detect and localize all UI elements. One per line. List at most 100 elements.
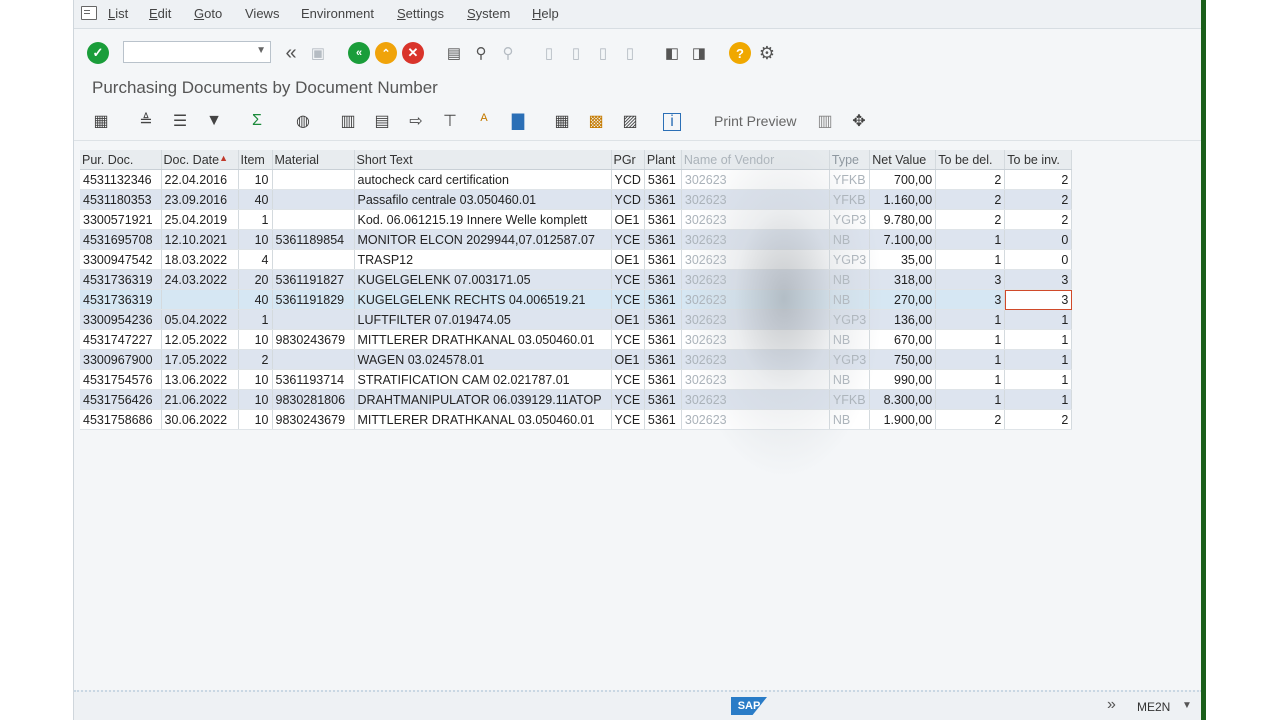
table-row[interactable]: 4531180353 23.09.2016 40 Passafilo centrale… xyxy=(80,189,1073,210)
cell-plant[interactable]: 5361 xyxy=(644,349,682,370)
cell-vendor-name[interactable]: 302623 xyxy=(681,409,830,430)
cell-to-be-delivered[interactable]: 2 xyxy=(935,169,1006,190)
menu-views[interactable]: Views xyxy=(245,6,279,21)
cell-vendor-name[interactable]: 302623 xyxy=(681,209,830,230)
information-icon[interactable]: i xyxy=(663,113,681,131)
shortcut-icon[interactable]: ◨ xyxy=(688,42,710,64)
cell-vendor-name[interactable]: 302623 xyxy=(681,189,830,210)
cell-item[interactable]: 40 xyxy=(238,189,273,210)
cell-vendor-name[interactable]: 302623 xyxy=(681,229,830,250)
cell-short-text[interactable]: MITTLERER DRATHKANAL 03.050460.01 xyxy=(354,329,612,350)
cell-type[interactable]: YGP3 xyxy=(829,249,871,270)
cell-plant[interactable]: 5361 xyxy=(644,389,682,410)
cell-pgr[interactable]: YCE xyxy=(611,409,645,430)
cell-item[interactable]: 10 xyxy=(238,409,273,430)
change-layout-icon[interactable]: ▦ xyxy=(551,110,573,132)
cell-doc-date[interactable] xyxy=(161,289,239,310)
cell-doc-date[interactable]: 21.06.2022 xyxy=(161,389,239,410)
cell-doc-date[interactable]: 25.04.2019 xyxy=(161,209,239,230)
cell-type[interactable]: NB xyxy=(829,269,871,290)
cell-material[interactable] xyxy=(272,169,355,190)
menu-settings[interactable]: Settings xyxy=(397,6,444,21)
cell-plant[interactable]: 5361 xyxy=(644,269,682,290)
cell-type[interactable]: YFKB xyxy=(829,189,871,210)
cell-material[interactable] xyxy=(272,249,355,270)
abc-analysis-icon[interactable]: ᴬ xyxy=(473,110,495,132)
save-layout-icon[interactable]: ▨ xyxy=(619,110,641,132)
cell-net-value[interactable]: 35,00 xyxy=(869,249,937,270)
cell-plant[interactable]: 5361 xyxy=(644,289,682,310)
col-header-plant[interactable]: Plant xyxy=(644,150,682,170)
cell-short-text[interactable]: DRAHTMANIPULATOR 06.039129.11ATOP xyxy=(354,389,612,410)
cell-net-value[interactable]: 1.900,00 xyxy=(869,409,937,430)
cell-pgr[interactable]: OE1 xyxy=(611,349,645,370)
cell-to-be-delivered[interactable]: 1 xyxy=(935,309,1006,330)
cell-plant[interactable]: 5361 xyxy=(644,169,682,190)
cell-pur-doc[interactable]: 3300947542 xyxy=(80,249,162,270)
col-header-to-be-invoiced[interactable]: To be inv. xyxy=(1004,150,1073,170)
cell-doc-date[interactable]: 23.09.2016 xyxy=(161,189,239,210)
select-layout-icon[interactable]: ▩ xyxy=(585,110,607,132)
cell-net-value[interactable]: 700,00 xyxy=(869,169,937,190)
status-expand-icon[interactable]: » xyxy=(1107,696,1116,714)
cell-item[interactable]: 2 xyxy=(238,349,273,370)
cell-pur-doc[interactable]: 3300571921 xyxy=(80,209,162,230)
cell-material[interactable]: 9830243679 xyxy=(272,409,355,430)
find-next-icon[interactable]: ⚲ xyxy=(497,42,519,64)
table-row[interactable]: 4531736319 24.03.2022 20 5361191827 KUGELGEL… xyxy=(80,269,1073,290)
cell-pgr[interactable]: YCE xyxy=(611,329,645,350)
cell-short-text[interactable]: MONITOR ELCON 2029944,07.012587.07 xyxy=(354,229,612,250)
cell-short-text[interactable]: Kod. 06.061215.19 Innere Welle komplett xyxy=(354,209,612,230)
sort-descending-icon[interactable]: ☰ xyxy=(169,110,191,132)
previous-page-icon[interactable]: ▯ xyxy=(565,42,587,64)
cell-type[interactable]: YFKB xyxy=(829,169,871,190)
cell-pgr[interactable]: YCE xyxy=(611,269,645,290)
col-header-pgr[interactable]: PGr xyxy=(611,150,645,170)
cell-doc-date[interactable]: 12.10.2021 xyxy=(161,229,239,250)
table-row[interactable]: 3300967900 17.05.2022 2 WAGEN 03.024578.01 O… xyxy=(80,349,1073,370)
cell-plant[interactable]: 5361 xyxy=(644,229,682,250)
table-row[interactable]: 4531754576 13.06.2022 10 5361193714 STRATIFI… xyxy=(80,369,1073,390)
cell-short-text[interactable]: WAGEN 03.024578.01 xyxy=(354,349,612,370)
cell-pur-doc[interactable]: 4531695708 xyxy=(80,229,162,250)
cell-net-value[interactable]: 7.100,00 xyxy=(869,229,937,250)
last-page-icon[interactable]: ▯ xyxy=(619,42,641,64)
cell-short-text[interactable]: STRATIFICATION CAM 02.021787.01 xyxy=(354,369,612,390)
table-row[interactable]: 3300947542 18.03.2022 4 TRASP12 OE1 5361 30262… xyxy=(80,249,1073,270)
find-binoculars-icon[interactable]: ⚲ xyxy=(470,42,492,64)
cell-item[interactable]: 10 xyxy=(238,169,273,190)
puzzle-icon[interactable]: ✥ xyxy=(848,110,870,132)
cell-doc-date[interactable]: 24.03.2022 xyxy=(161,269,239,290)
cell-to-be-invoiced[interactable]: 0 xyxy=(1004,249,1073,270)
cell-material[interactable]: 5361191829 xyxy=(272,289,355,310)
table-row[interactable]: 4531756426 21.06.2022 10 9830281806 DRAHTMAN… xyxy=(80,389,1073,410)
cell-item[interactable]: 10 xyxy=(238,229,273,250)
cell-short-text[interactable]: TRASP12 xyxy=(354,249,612,270)
cell-to-be-invoiced[interactable]: 1 xyxy=(1004,309,1073,330)
cell-vendor-name[interactable]: 302623 xyxy=(681,349,830,370)
cell-net-value[interactable]: 270,00 xyxy=(869,289,937,310)
cell-net-value[interactable]: 750,00 xyxy=(869,349,937,370)
cell-pur-doc[interactable]: 4531758686 xyxy=(80,409,162,430)
cell-to-be-delivered[interactable]: 1 xyxy=(935,369,1006,390)
col-header-vendor-name[interactable]: Name of Vendor xyxy=(681,150,830,170)
cell-vendor-name[interactable]: 302623 xyxy=(681,369,830,390)
cell-to-be-delivered[interactable]: 3 xyxy=(935,269,1006,290)
chevron-down-icon[interactable]: ▼ xyxy=(256,45,266,56)
cell-to-be-delivered[interactable]: 1 xyxy=(935,349,1006,370)
sort-ascending-icon[interactable]: ≜ xyxy=(135,110,157,132)
cell-material[interactable] xyxy=(272,309,355,330)
save-icon[interactable]: ▣ xyxy=(307,42,329,64)
export-excel-icon[interactable]: ▥ xyxy=(337,110,359,132)
cell-pgr[interactable]: YCD xyxy=(611,189,645,210)
back-icon[interactable]: « xyxy=(348,42,370,64)
cell-pur-doc[interactable]: 4531736319 xyxy=(80,289,162,310)
menu-environment[interactable]: Environment xyxy=(301,6,374,21)
local-file-icon[interactable]: ⇨ xyxy=(405,110,427,132)
col-header-doc-date[interactable]: Doc. Date▲ xyxy=(161,150,239,170)
cell-plant[interactable]: 5361 xyxy=(644,409,682,430)
table-row[interactable]: 4531736319 40 5361191829 KUGELGELENK RECHTS… xyxy=(80,289,1073,310)
col-header-net-value[interactable]: Net Value xyxy=(869,150,937,170)
cell-vendor-name[interactable]: 302623 xyxy=(681,269,830,290)
cell-pur-doc[interactable]: 4531132346 xyxy=(80,169,162,190)
